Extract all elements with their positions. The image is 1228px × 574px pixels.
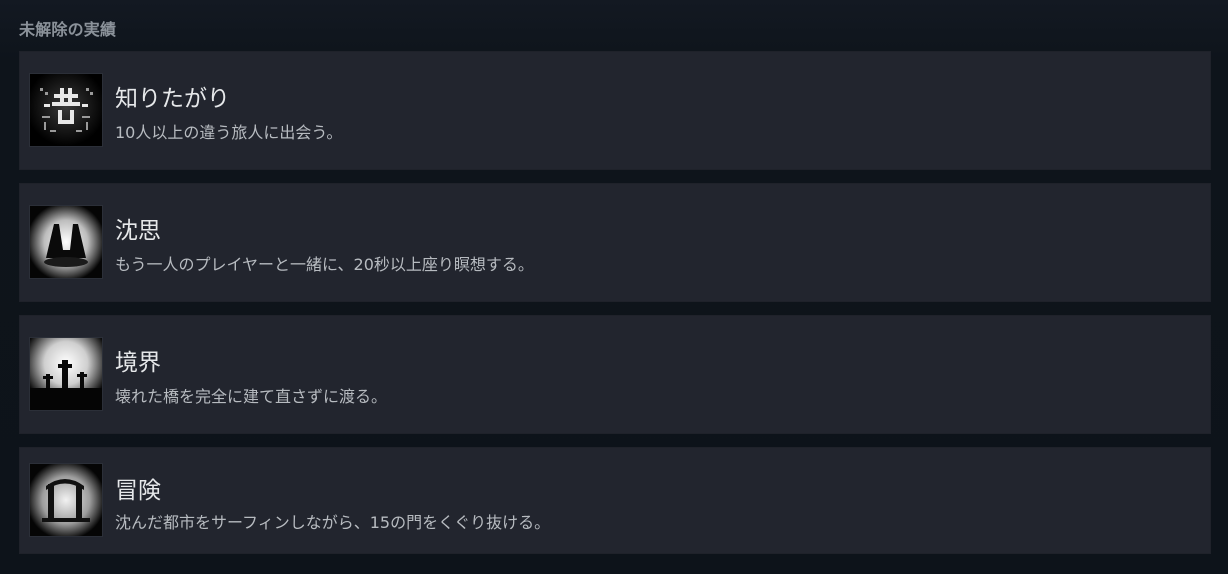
glyph-icon — [30, 74, 102, 146]
boundary-icon — [30, 338, 102, 410]
achievements-panel: 未解除の実績 知りたがり 10人以上の違う旅人に出会う。 沈思 もう一人のプレイ… — [0, 0, 1228, 574]
achievement-name: 知りたがり — [115, 86, 230, 112]
achievement-description: 壊れた橋を完全に建て直さずに渡る。 — [115, 387, 388, 406]
achievement-row[interactable]: 冒険 沈んだ都市をサーフィンしながら、15の門をくぐり抜ける。 — [19, 447, 1211, 554]
achievement-description: もう一人のプレイヤーと一緒に、20秒以上座り瞑想する。 — [115, 255, 534, 274]
gate-icon — [30, 464, 102, 536]
achievement-name: 冒険 — [115, 478, 161, 504]
achievement-row[interactable]: 沈思 もう一人のプレイヤーと一緒に、20秒以上座り瞑想する。 — [19, 183, 1211, 302]
achievement-row[interactable]: 知りたがり 10人以上の違う旅人に出会う。 — [19, 51, 1211, 170]
achievement-description: 10人以上の違う旅人に出会う。 — [115, 123, 343, 142]
achievement-list: 知りたがり 10人以上の違う旅人に出会う。 沈思 もう一人のプレイヤーと一緒に、… — [19, 51, 1211, 554]
achievement-name: 沈思 — [115, 218, 161, 244]
achievement-row[interactable]: 境界 壊れた橋を完全に建て直さずに渡る。 — [19, 315, 1211, 434]
section-title: 未解除の実績 — [19, 20, 117, 39]
achievement-description: 沈んだ都市をサーフィンしながら、15の門をくぐり抜ける。 — [115, 513, 551, 532]
achievement-name: 境界 — [115, 350, 161, 376]
meditate-icon — [30, 206, 102, 278]
